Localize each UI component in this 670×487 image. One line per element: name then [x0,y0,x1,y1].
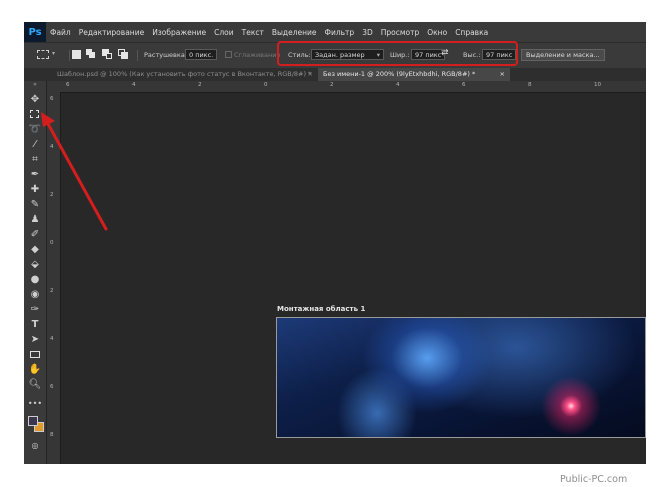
watermark: Public-PC.com [560,474,628,485]
annotation-arrow [41,112,108,231]
